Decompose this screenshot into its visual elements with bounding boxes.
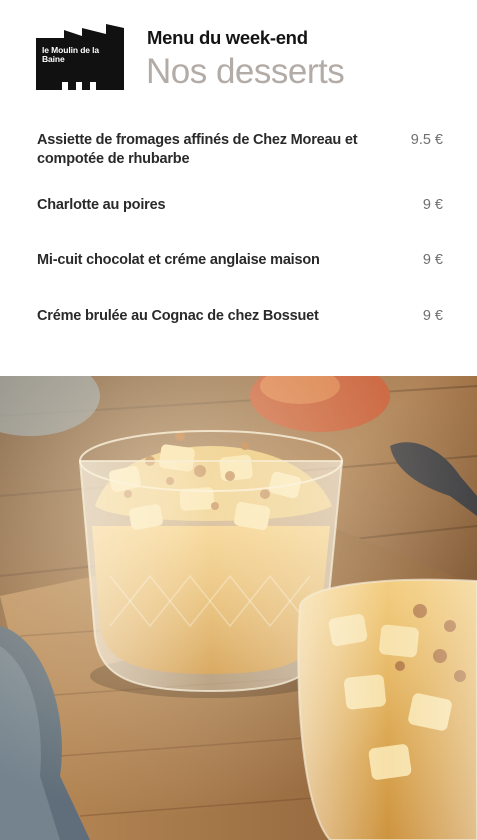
logo-text: le Moulin de la Baine	[42, 45, 100, 64]
menu-item-price: 9 €	[422, 252, 443, 268]
menu-item-price: 9 €	[422, 197, 443, 213]
menu-item-name: Assiette de fromages affinés de Chez Mor…	[37, 132, 358, 167]
dessert-photo-illustration	[0, 376, 477, 840]
menu-header: le Moulin de la Baine Menu du week-end N…	[0, 0, 477, 110]
menu-item-name: Charlotte au poires	[37, 197, 166, 213]
menu-item-name: Créme brulée au Cognac de chez Bossuet	[37, 308, 319, 324]
dessert-photo	[0, 376, 477, 840]
menu-item-price: 9.5 €	[410, 132, 443, 148]
menu-kicker: Menu du week-end	[147, 27, 308, 48]
restaurant-logo: le Moulin de la Baine	[36, 24, 124, 90]
menu-item-name: Mi-cuit chocolat et créme anglaise maiso…	[37, 252, 320, 268]
menu-item-price: 9 €	[422, 308, 443, 324]
page-title: Nos desserts	[146, 52, 345, 91]
